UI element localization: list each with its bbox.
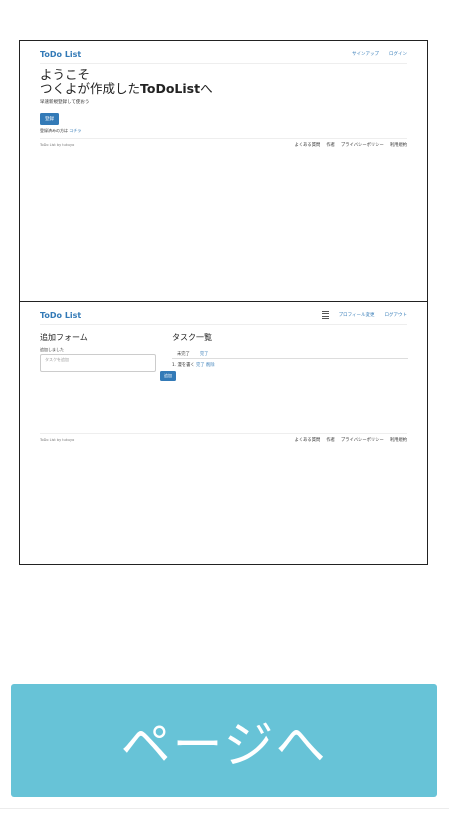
task-list: タスク一覧 未完了 完了 1. 漫を書く 完了 削除	[172, 332, 408, 368]
task-screenshot: ToDo List プロフィール変更 ログアウト 追加フォーム 追加しました タ…	[19, 301, 428, 565]
footer-terms-link[interactable]: 利用規約	[390, 437, 407, 443]
footer-copyright: ToDo List by tukuyo	[40, 143, 75, 147]
welcome-line2: つくよが作成したToDoListへ	[40, 82, 213, 96]
login-hint-text: 登録済みの方は	[40, 128, 68, 133]
divider	[0, 808, 449, 809]
welcome-line2-prefix: つくよが作成した	[40, 81, 141, 96]
footer-author-link[interactable]: 作者	[326, 142, 335, 148]
welcome-line2-suffix: へ	[200, 81, 213, 96]
added-message: 追加しました	[40, 347, 64, 352]
landing-screenshot: ToDo List サインアップ ログイン ようこそ つくよが作成したToDoL…	[19, 40, 428, 303]
bottom-navbar: ToDo List プロフィール変更 ログアウト	[40, 309, 407, 325]
tab-incomplete[interactable]: 未完了	[172, 349, 195, 358]
footer-copyright: ToDo List by tukuyo	[40, 438, 75, 442]
task-list-title: タスク一覧	[172, 333, 212, 342]
login-hint: 登録済みの方は コチラ	[40, 128, 213, 134]
footer-links: よくある質問 作者 プライバシーポリシー 利用規約	[295, 142, 407, 148]
task-done-link[interactable]: 完了	[196, 363, 205, 368]
task-text: 漫を書く	[177, 363, 195, 368]
welcome-title: ようこそ つくよが作成したToDoListへ	[40, 68, 213, 96]
login-link[interactable]: ログイン	[389, 51, 407, 57]
footer-privacy-link[interactable]: プライバシーポリシー	[341, 437, 384, 443]
top-navbar: ToDo List サインアップ ログイン	[40, 48, 407, 64]
brand-logo[interactable]: ToDo List	[40, 50, 81, 59]
welcome-line1: ようこそ	[40, 67, 91, 82]
tab-complete[interactable]: 完了	[195, 349, 214, 358]
login-hint-link[interactable]: コチラ	[69, 128, 81, 133]
welcome-subtitle: 早速新規登録して使おう	[40, 100, 90, 105]
task-number: 1.	[172, 363, 177, 368]
footer-author-link[interactable]: 作者	[326, 437, 335, 443]
brand-logo[interactable]: ToDo List	[40, 311, 81, 320]
page-link-button[interactable]: ページへ	[11, 684, 437, 797]
footer-faq-link[interactable]: よくある質問	[295, 142, 321, 148]
footer-privacy-link[interactable]: プライバシーポリシー	[341, 142, 384, 148]
add-button[interactable]: 追加	[160, 371, 176, 381]
calendar-icon[interactable]	[321, 310, 329, 320]
task-tabs: 未完了 完了	[172, 349, 408, 359]
top-footer: ToDo List by tukuyo よくある質問 作者 プライバシーポリシー…	[40, 138, 407, 148]
footer-terms-link[interactable]: 利用規約	[390, 142, 407, 148]
footer-links: よくある質問 作者 プライバシーポリシー 利用規約	[295, 437, 407, 443]
welcome-line2-bold: ToDoList	[140, 81, 201, 96]
welcome-section: ようこそ つくよが作成したToDoListへ 早速新規登録して使おう 登録 登録…	[40, 68, 213, 134]
signup-link[interactable]: サインアップ	[352, 51, 379, 57]
task-row: 1. 漫を書く 完了 削除	[172, 362, 408, 368]
footer-faq-link[interactable]: よくある質問	[295, 437, 321, 443]
add-form: 追加フォーム 追加しました タスクを追加 追加	[40, 332, 176, 381]
task-delete-link[interactable]: 削除	[206, 363, 215, 368]
task-input[interactable]: タスクを追加	[40, 354, 156, 372]
register-button[interactable]: 登録	[40, 113, 59, 125]
logout-link[interactable]: ログアウト	[385, 312, 408, 318]
add-form-title: 追加フォーム	[40, 333, 88, 342]
profile-edit-link[interactable]: プロフィール変更	[339, 312, 375, 318]
top-nav-links: サインアップ ログイン	[352, 51, 407, 57]
bottom-footer: ToDo List by tukuyo よくある質問 作者 プライバシーポリシー…	[40, 433, 407, 443]
bottom-nav-links: プロフィール変更 ログアウト	[321, 310, 408, 320]
page-link-label: ページへ	[120, 715, 328, 774]
